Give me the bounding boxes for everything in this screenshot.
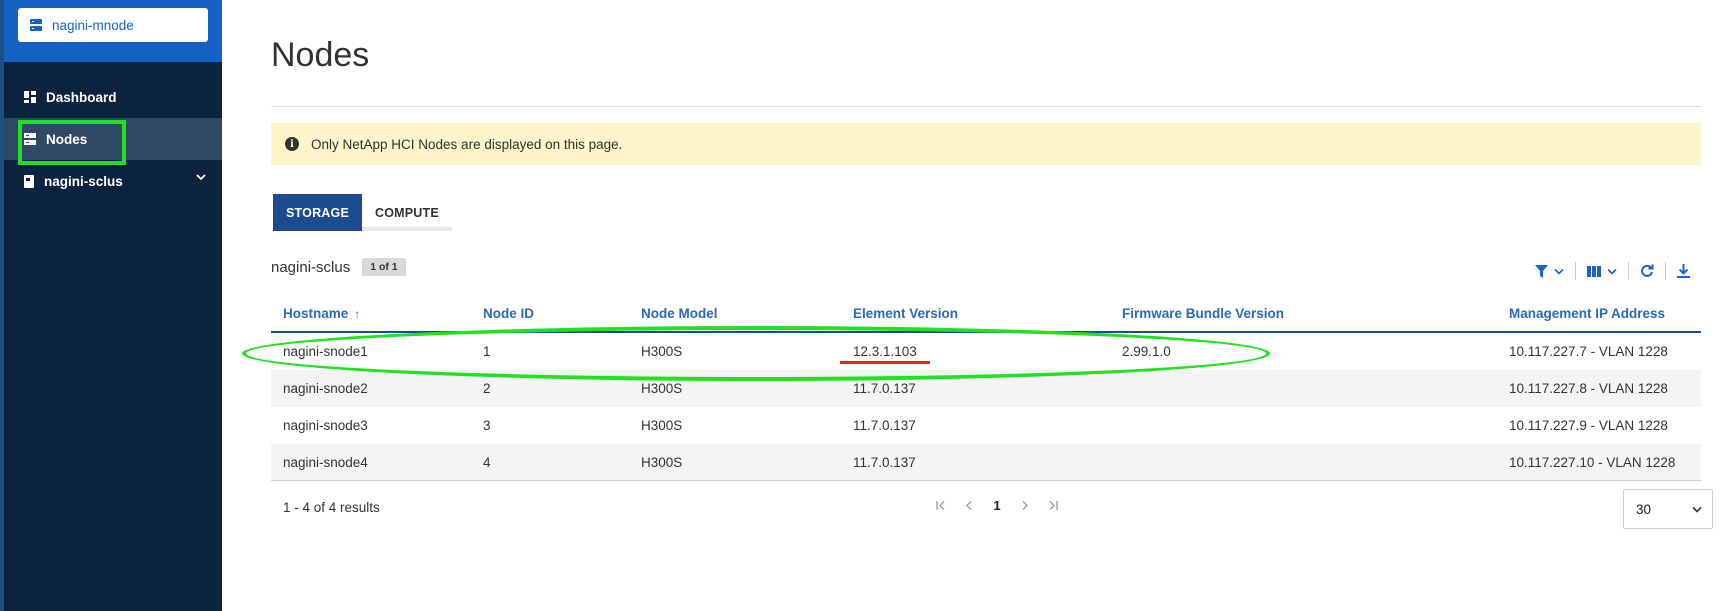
dashboard-icon bbox=[24, 91, 36, 103]
sidebar-item-dashboard[interactable]: Dashboard bbox=[4, 76, 222, 118]
last-page-button[interactable] bbox=[1039, 498, 1067, 513]
column-header-management-ip[interactable]: Management IP Address bbox=[1509, 296, 1665, 331]
tab-storage[interactable]: STORAGE bbox=[273, 194, 362, 231]
cell-management-ip: 10.117.227.10 - VLAN 1228 bbox=[1509, 454, 1676, 470]
cluster-name: nagini-sclus bbox=[271, 258, 351, 276]
next-page-button[interactable] bbox=[1011, 498, 1039, 513]
cell-hostname: nagini-snode4 bbox=[283, 454, 368, 470]
cell-node-model: H300S bbox=[641, 418, 683, 433]
cell-management-ip: 10.117.227.8 - VLAN 1228 bbox=[1509, 381, 1668, 396]
table-row[interactable]: nagini-snode4 4 H300S 11.7.0.137 10.117.… bbox=[271, 444, 1701, 481]
page-count-badge: 1 of 1 bbox=[362, 258, 406, 276]
annotation-underline bbox=[840, 361, 930, 364]
cell-hostname: nagini-snode2 bbox=[283, 381, 368, 396]
page-size-select[interactable]: 30 bbox=[1623, 489, 1713, 529]
sidebar-item-label: nagini-sclus bbox=[44, 173, 123, 189]
chevron-down-icon bbox=[1607, 268, 1617, 275]
filter-button[interactable] bbox=[1524, 262, 1575, 280]
chevron-right-icon bbox=[1022, 501, 1028, 510]
column-header-element-version[interactable]: Element Version bbox=[853, 296, 958, 331]
cell-node-model: H300S bbox=[641, 454, 683, 470]
chevron-down-icon bbox=[1554, 268, 1564, 275]
column-header-label: Hostname bbox=[283, 306, 349, 321]
tab-compute[interactable]: COMPUTE bbox=[362, 194, 452, 231]
table-row[interactable]: nagini-snode3 3 H300S 11.7.0.137 10.117.… bbox=[271, 407, 1701, 444]
sidebar-item-label: Dashboard bbox=[46, 89, 117, 105]
page-title: Nodes bbox=[271, 36, 370, 74]
tab-bar: STORAGE COMPUTE bbox=[273, 194, 452, 231]
table-row[interactable]: nagini-snode1 1 H300S 12.3.1.103 2.99.1.… bbox=[271, 333, 1701, 370]
main-content: Nodes i Only NetApp HCI Nodes are displa… bbox=[222, 0, 1733, 611]
nodes-table: Hostname ↑ Node ID Node Model Element Ve… bbox=[271, 296, 1701, 481]
cell-node-id: 2 bbox=[483, 381, 491, 396]
columns-button[interactable] bbox=[1576, 262, 1628, 280]
app-selector[interactable]: nagini-mnode bbox=[18, 8, 208, 42]
server-icon bbox=[30, 19, 42, 31]
cell-element-version: 11.7.0.137 bbox=[853, 454, 916, 470]
chevron-left-icon bbox=[966, 501, 972, 510]
column-header-node-model[interactable]: Node Model bbox=[641, 296, 718, 331]
info-banner-text: Only NetApp HCI Nodes are displayed on t… bbox=[311, 136, 623, 152]
cell-hostname: nagini-snode1 bbox=[283, 344, 368, 359]
cell-management-ip: 10.117.227.9 - VLAN 1228 bbox=[1509, 418, 1668, 433]
app-name: nagini-mnode bbox=[52, 17, 134, 33]
column-header-node-id[interactable]: Node ID bbox=[483, 296, 534, 331]
column-header-firmware-bundle-version[interactable]: Firmware Bundle Version bbox=[1122, 296, 1284, 331]
cluster-header: nagini-sclus 1 of 1 bbox=[271, 258, 406, 276]
table-row[interactable]: nagini-snode2 2 H300S 11.7.0.137 10.117.… bbox=[271, 370, 1701, 407]
cell-node-model: H300S bbox=[641, 381, 683, 396]
cell-management-ip: 10.117.227.7 - VLAN 1228 bbox=[1509, 344, 1668, 359]
cell-node-id: 4 bbox=[483, 454, 491, 470]
first-page-icon bbox=[936, 501, 945, 510]
sidebar-item-cluster[interactable]: nagini-sclus bbox=[4, 160, 222, 202]
first-page-button[interactable] bbox=[927, 498, 955, 513]
sidebar: nagini-mnode Dashboard Nodes nagini-sclu… bbox=[0, 0, 222, 611]
sort-ascending-icon: ↑ bbox=[354, 306, 361, 321]
refresh-button[interactable] bbox=[1629, 262, 1665, 280]
page-size-value: 30 bbox=[1636, 501, 1652, 517]
cell-element-version: 12.3.1.103 bbox=[853, 344, 917, 359]
chevron-down-icon bbox=[1692, 506, 1702, 513]
title-divider bbox=[271, 106, 1701, 107]
download-icon bbox=[1677, 264, 1690, 278]
last-page-icon bbox=[1049, 501, 1058, 510]
storage-cluster-icon bbox=[24, 174, 34, 188]
results-count: 1 - 4 of 4 results bbox=[283, 500, 380, 515]
cell-hostname: nagini-snode3 bbox=[283, 418, 368, 433]
cell-node-model: H300S bbox=[641, 344, 683, 359]
refresh-icon bbox=[1641, 264, 1654, 277]
info-banner: i Only NetApp HCI Nodes are displayed on… bbox=[271, 123, 1701, 165]
previous-page-button[interactable] bbox=[955, 498, 983, 513]
table-header-row: Hostname ↑ Node ID Node Model Element Ve… bbox=[271, 296, 1701, 333]
info-icon: i bbox=[285, 137, 299, 151]
table-toolbar bbox=[1524, 262, 1701, 280]
download-button[interactable] bbox=[1666, 262, 1701, 280]
current-page[interactable]: 1 bbox=[983, 498, 1011, 513]
cell-element-version: 11.7.0.137 bbox=[853, 418, 916, 433]
cell-node-id: 3 bbox=[483, 418, 491, 433]
cell-element-version: 11.7.0.137 bbox=[853, 381, 916, 396]
sidebar-header: nagini-mnode bbox=[4, 0, 222, 62]
columns-icon bbox=[1587, 265, 1601, 277]
filter-icon bbox=[1535, 264, 1548, 278]
column-header-hostname[interactable]: Hostname ↑ bbox=[283, 296, 360, 331]
pagination: 1 bbox=[927, 498, 1067, 513]
chevron-down-icon[interactable] bbox=[196, 173, 206, 181]
cell-node-id: 1 bbox=[483, 344, 491, 359]
cell-firmware-bundle-version: 2.99.1.0 bbox=[1122, 344, 1171, 359]
annotation-highlight-box bbox=[18, 120, 126, 165]
